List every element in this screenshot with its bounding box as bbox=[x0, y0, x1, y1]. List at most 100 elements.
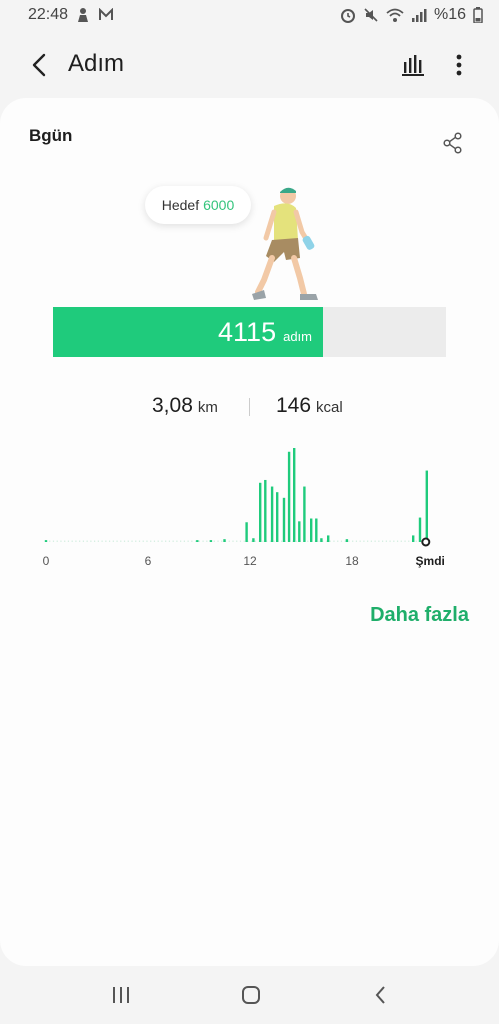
chart-bar bbox=[223, 539, 226, 542]
chart-baseline-dot bbox=[393, 540, 395, 542]
chart-baseline-dot bbox=[344, 540, 346, 542]
chart-baseline-dot bbox=[105, 540, 107, 542]
chart-baseline-dot bbox=[101, 540, 103, 542]
steps-count: 4115 bbox=[218, 316, 277, 347]
chart-bar bbox=[270, 486, 274, 542]
home-button[interactable] bbox=[236, 980, 266, 1010]
chart-baseline-dot bbox=[172, 540, 174, 542]
chart-baseline-dot bbox=[262, 540, 264, 542]
chart-baseline-dot bbox=[254, 540, 257, 542]
chart-bar bbox=[298, 521, 301, 542]
mute-icon bbox=[363, 7, 379, 23]
chart-bar bbox=[293, 448, 296, 542]
day-title: Bgün bbox=[29, 126, 73, 145]
share-button[interactable] bbox=[440, 130, 466, 156]
chart-tick-label: 0 bbox=[43, 554, 50, 568]
chart-baseline-dot bbox=[239, 540, 242, 542]
now-marker bbox=[421, 537, 431, 547]
more-vertical-icon bbox=[456, 54, 462, 76]
calories-value: 146 bbox=[276, 394, 312, 417]
steps-unit: adım bbox=[283, 328, 312, 344]
chart-baseline-dot bbox=[180, 540, 182, 542]
chart-baseline-dot bbox=[168, 540, 171, 542]
hourly-steps-chart: 0 6 12 18 Şmdi bbox=[43, 448, 445, 568]
chart-baseline-dot bbox=[97, 540, 99, 542]
chart-baseline-dot bbox=[108, 540, 111, 542]
chart-baseline-dot bbox=[176, 540, 178, 542]
chart-baseline-dot bbox=[273, 540, 275, 542]
chart-baseline-dot bbox=[49, 540, 51, 542]
chart-baseline-dot bbox=[213, 540, 215, 542]
chart-baseline-dot bbox=[120, 540, 122, 542]
chart-baseline-dot bbox=[71, 540, 73, 542]
chart-baseline-dot bbox=[60, 540, 62, 542]
chart-baseline-dot bbox=[90, 540, 92, 542]
navigation-bar bbox=[0, 966, 499, 1024]
chart-baseline-dot bbox=[281, 540, 283, 542]
goal-value: 6000 bbox=[203, 197, 235, 213]
chart-baseline-dot bbox=[367, 540, 369, 542]
chart-tick-label: 12 bbox=[243, 554, 257, 568]
calories-unit: kcal bbox=[316, 399, 343, 416]
trends-button[interactable] bbox=[396, 48, 430, 82]
chart-baseline-dot bbox=[400, 540, 402, 542]
chart-baseline-dot bbox=[307, 540, 309, 542]
bar-chart-icon bbox=[402, 55, 424, 76]
chart-baseline-dot bbox=[112, 540, 114, 542]
signal-icon bbox=[411, 8, 427, 22]
steps-progress-text: 4115 adım bbox=[53, 307, 322, 357]
chart-baseline-dot bbox=[116, 540, 118, 542]
recents-icon bbox=[113, 987, 129, 1003]
chart-baseline-dot bbox=[165, 540, 167, 542]
status-bar: 22:48 %16 bbox=[0, 0, 499, 30]
chart-baseline-dot bbox=[337, 540, 339, 542]
back-icon bbox=[375, 986, 385, 1004]
chart-baseline-dot bbox=[187, 540, 189, 542]
stats-row: 3,08 km 146 kcal bbox=[0, 394, 499, 424]
chart-baseline-dot bbox=[75, 540, 77, 542]
chart-baseline-dot bbox=[359, 540, 361, 542]
chart-baseline-dot bbox=[79, 540, 81, 542]
chart-baseline-dot bbox=[269, 540, 271, 542]
chart-bar bbox=[320, 538, 323, 542]
chart-baseline-dot bbox=[251, 540, 253, 542]
page-title: Adım bbox=[68, 50, 125, 77]
recents-button[interactable] bbox=[106, 980, 136, 1010]
chart-baseline-dot bbox=[138, 540, 141, 542]
chart-baseline-dot bbox=[363, 540, 365, 542]
chart-baseline-dot bbox=[232, 540, 234, 542]
steps-card: Bgün Hedef 6000 4115 adım 3,08 km 146 kc… bbox=[0, 98, 499, 966]
chart-bar bbox=[345, 539, 349, 542]
goal-badge: Hedef 6000 bbox=[145, 186, 251, 224]
chart-baseline-dot bbox=[146, 540, 148, 542]
chart-baseline-dot bbox=[333, 540, 335, 542]
back-button[interactable] bbox=[22, 48, 56, 82]
chart-bar bbox=[44, 540, 48, 542]
chart-baseline-dot bbox=[67, 540, 70, 542]
chart-baseline-dot bbox=[408, 540, 410, 542]
nav-back-button[interactable] bbox=[366, 980, 396, 1010]
chart-baseline-dot bbox=[396, 540, 399, 542]
battery-percent: %16 bbox=[433, 6, 466, 23]
more-details-link[interactable]: Daha fazla bbox=[370, 604, 469, 627]
chart-baseline-dot bbox=[236, 540, 238, 542]
chart-baseline-dot bbox=[131, 540, 133, 542]
chart-baseline-dot bbox=[195, 540, 197, 542]
arrow-left-icon bbox=[32, 53, 46, 77]
mail-icon bbox=[98, 8, 114, 22]
chart-baseline-dot bbox=[355, 540, 358, 542]
more-options-button[interactable] bbox=[446, 48, 472, 82]
chart-baseline-dot bbox=[404, 540, 406, 542]
chart-baseline-dot bbox=[389, 540, 391, 542]
calories-stat: 146 kcal bbox=[276, 394, 343, 418]
chart-baseline-dot bbox=[378, 540, 380, 542]
chart-baseline-dot bbox=[348, 540, 350, 542]
home-icon bbox=[242, 986, 260, 1004]
chart-baseline-dot bbox=[150, 540, 152, 542]
chart-baseline-dot bbox=[202, 540, 204, 542]
distance-stat: 3,08 km bbox=[152, 394, 218, 418]
chart-baseline-dot bbox=[206, 540, 208, 542]
chart-baseline-dot bbox=[86, 540, 88, 542]
share-icon bbox=[443, 132, 462, 154]
chart-baseline-dot bbox=[329, 540, 331, 542]
